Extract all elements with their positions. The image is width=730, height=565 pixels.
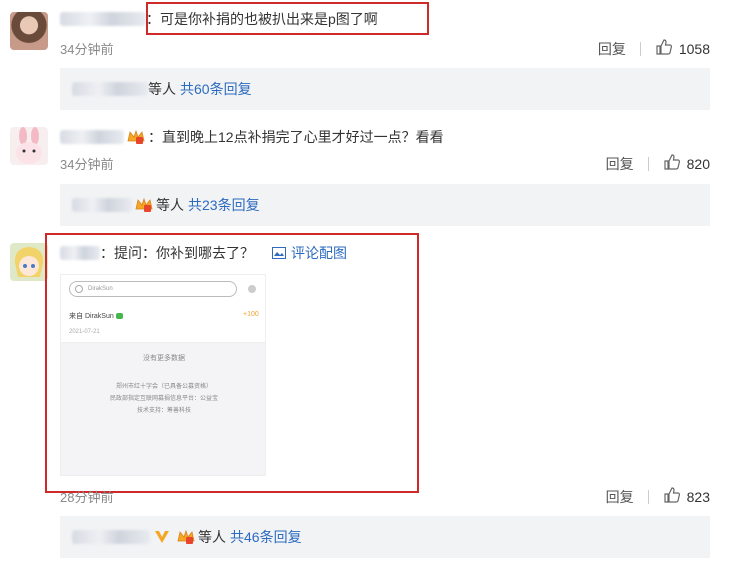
avatar[interactable] bbox=[10, 127, 48, 165]
reply-summary[interactable]: 等人 共23条回复 bbox=[60, 184, 710, 226]
divider bbox=[647, 156, 649, 171]
reply-summary[interactable]: 等人 共60条回复 bbox=[60, 68, 710, 110]
view-replies-link[interactable]: 共23条回复 bbox=[188, 195, 260, 215]
crown-badge-icon bbox=[135, 197, 153, 213]
thumbs-up-icon[interactable] bbox=[663, 153, 681, 174]
comment-1-actions: 回复 1058 bbox=[598, 38, 710, 59]
replier-names[interactable] bbox=[72, 530, 150, 544]
comment-2-actions: 回复 820 bbox=[606, 153, 710, 174]
reply-button[interactable]: 回复 bbox=[598, 39, 626, 59]
comment-3-actions: 回复 823 bbox=[606, 486, 710, 507]
comment-1-time: 34分钟前 bbox=[60, 42, 114, 57]
comment-2-text: ：直到晚上12点补捐完了心里才好过一点？看看 bbox=[148, 129, 444, 145]
replier-names[interactable] bbox=[72, 198, 132, 212]
username-2[interactable] bbox=[60, 130, 124, 144]
reply-button[interactable]: 回复 bbox=[606, 154, 634, 174]
avatar[interactable] bbox=[10, 12, 48, 50]
comment-3-time: 28分钟前 bbox=[60, 490, 114, 505]
verified-v-icon bbox=[153, 529, 171, 545]
like-count: 820 bbox=[686, 155, 710, 172]
reply-prefix: 等人 bbox=[148, 81, 176, 97]
replier-names[interactable] bbox=[72, 82, 148, 96]
reply-summary[interactable]: 等人 共46条回复 bbox=[60, 516, 710, 558]
divider bbox=[647, 489, 649, 504]
thumbs-up-icon[interactable] bbox=[655, 38, 673, 59]
like-count: 823 bbox=[686, 488, 710, 505]
bunny-avatar-icon bbox=[16, 127, 42, 164]
reply-button[interactable]: 回复 bbox=[606, 487, 634, 507]
highlight-frame bbox=[146, 2, 429, 35]
reply-prefix: 等人 bbox=[198, 529, 226, 545]
thumbs-up-icon[interactable] bbox=[663, 486, 681, 507]
avatar[interactable] bbox=[10, 243, 48, 281]
view-replies-link[interactable]: 共60条回复 bbox=[180, 79, 252, 99]
view-replies-link[interactable]: 共46条回复 bbox=[230, 527, 302, 547]
divider bbox=[639, 41, 641, 56]
like-count: 1058 bbox=[678, 40, 710, 57]
anime-avatar-icon bbox=[14, 247, 44, 277]
comment-2-content: ：直到晚上12点补捐完了心里才好过一点？看看 bbox=[60, 127, 444, 147]
username-1[interactable] bbox=[60, 12, 146, 26]
crown-badge-icon bbox=[177, 529, 195, 545]
comment-2-time: 34分钟前 bbox=[60, 157, 114, 172]
crown-badge-icon bbox=[127, 129, 145, 145]
reply-prefix: 等人 bbox=[156, 197, 184, 213]
highlight-frame bbox=[45, 233, 419, 493]
